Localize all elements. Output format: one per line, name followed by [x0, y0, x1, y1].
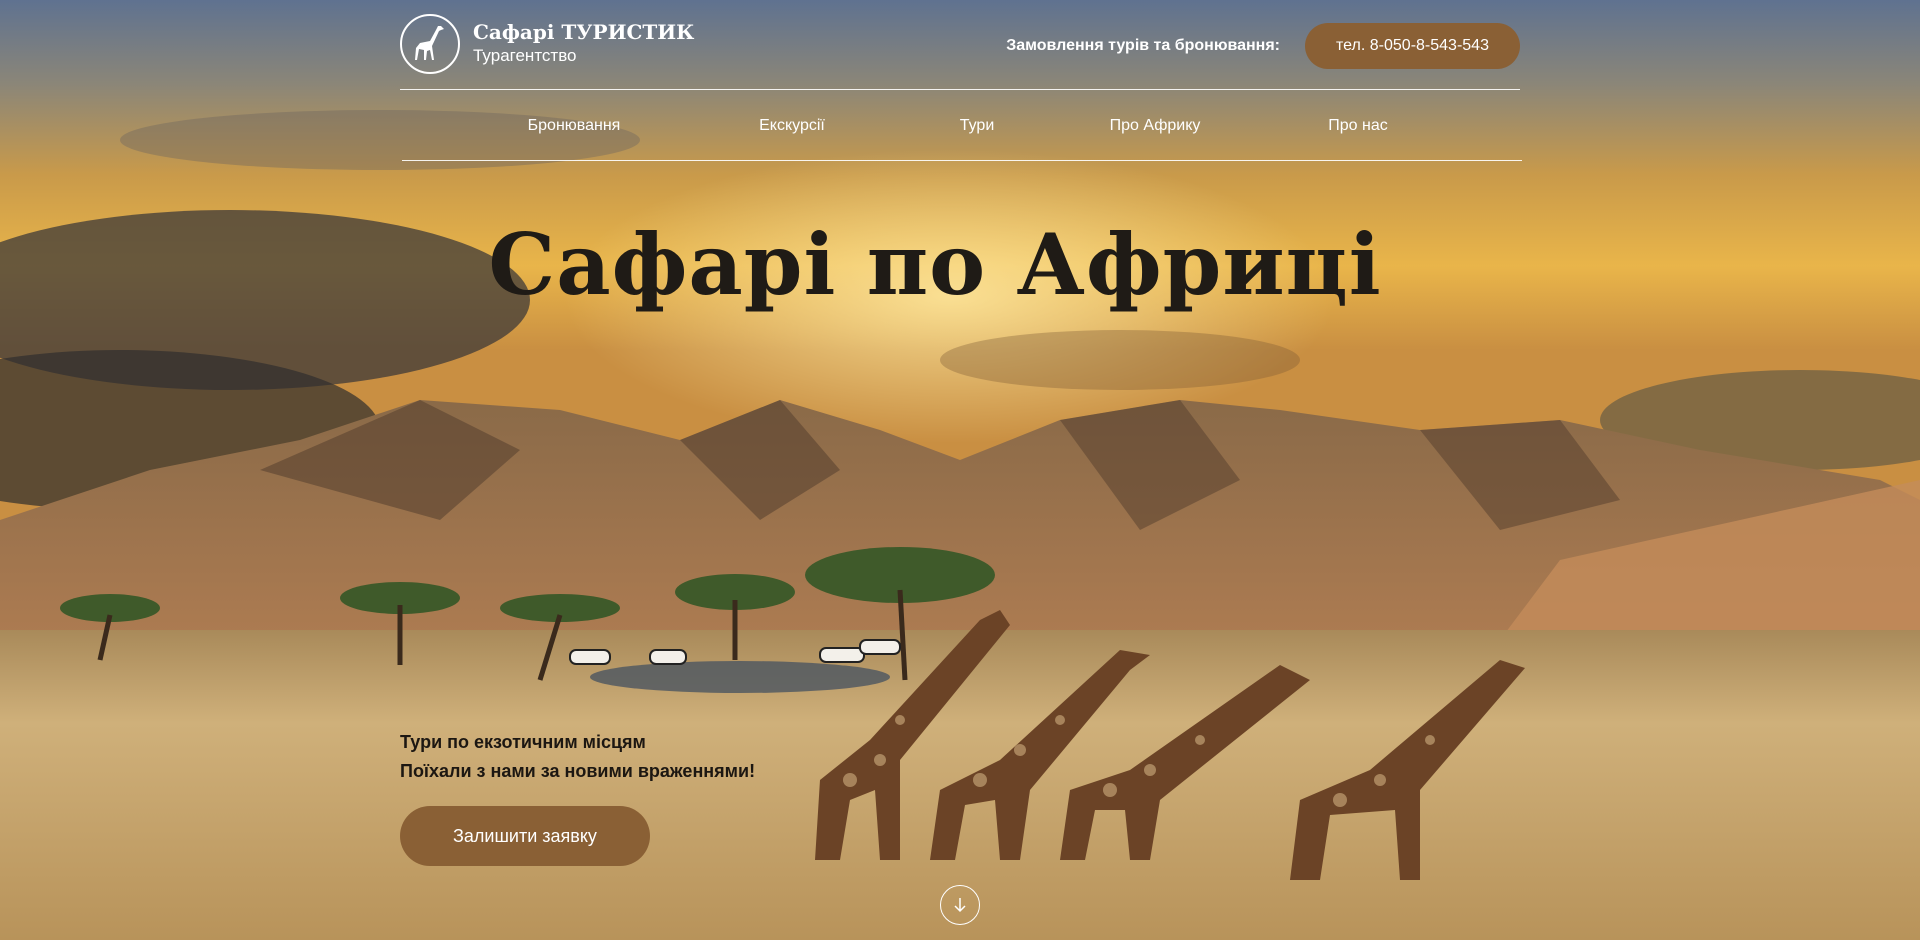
header-divider-top [400, 89, 1520, 90]
brand-text: Сафарі ТУРИСТИК Турагентство [473, 20, 694, 68]
tagline-line-1: Тури по екзотичним місцям [400, 732, 646, 752]
nav-item-about-us[interactable]: Про нас [1328, 117, 1387, 135]
scroll-down-button[interactable] [940, 885, 980, 925]
brand-name: Сафарі ТУРИСТИК [473, 20, 695, 44]
nav-item-excursions[interactable]: Екскурсії [759, 117, 825, 135]
brand-logo[interactable]: Сафарі ТУРИСТИК Турагентство [400, 14, 694, 74]
landing-page: Сафарі ТУРИСТИК Турагентство Замовлення … [0, 0, 1920, 940]
arrow-down-icon [954, 898, 966, 913]
tagline-line-2: Поїхали з нами за новими враженнями! [400, 761, 756, 781]
nav-item-tours[interactable]: Тури [960, 117, 995, 135]
hero-title: Сафарі по Африці [488, 215, 1382, 314]
nav-item-booking[interactable]: Бронювання [528, 117, 621, 135]
leave-request-button[interactable]: Залишити заявку [400, 806, 650, 866]
nav-item-about-africa[interactable]: Про Африку [1110, 117, 1201, 135]
phone-button[interactable]: тел. 8-050-8-543-543 [1305, 23, 1520, 69]
order-label: Замовлення турів та бронювання: [1006, 37, 1280, 54]
giraffe-icon [400, 14, 460, 74]
brand-subtitle: Турагентство [473, 46, 577, 65]
header-divider-bottom [402, 160, 1522, 161]
hero-tagline: Тури по екзотичним місцям Поїхали з нами… [400, 728, 755, 786]
